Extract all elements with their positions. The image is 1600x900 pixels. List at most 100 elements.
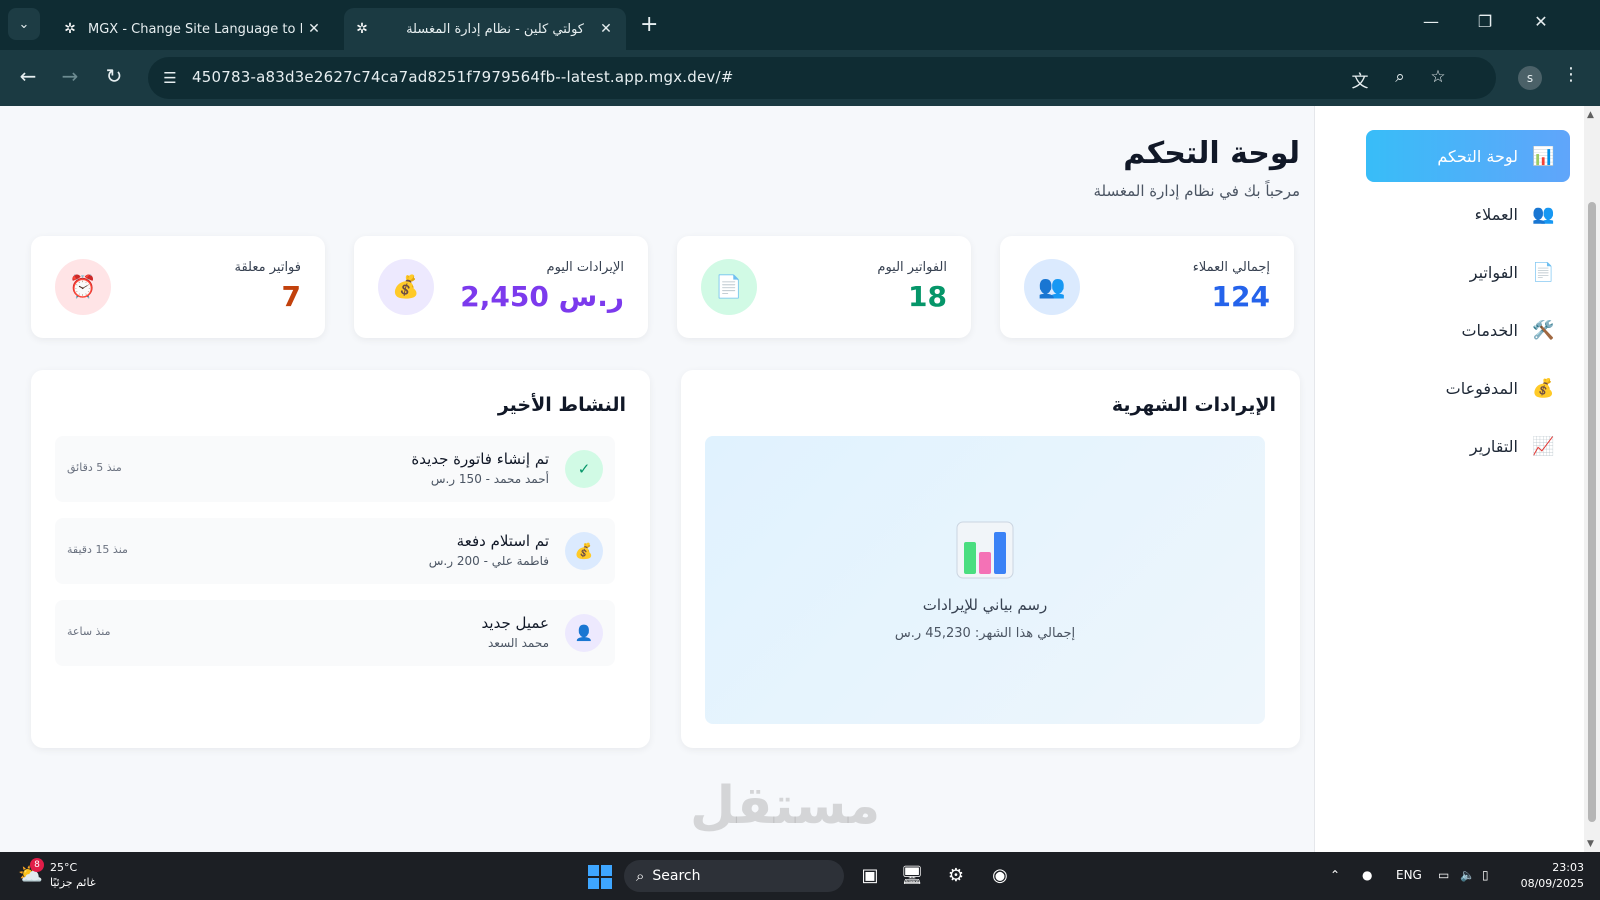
search-icon: ⌕	[636, 867, 645, 885]
remote-desktop-icon[interactable]: 🖥	[898, 862, 926, 890]
network-icon[interactable]: ▭	[1438, 868, 1449, 882]
stat-label: فواتير معلقة	[234, 260, 301, 275]
monthly-total: إجمالي هذا الشهر: 45,230 ر.س	[894, 626, 1076, 641]
activity-time: منذ 15 دقيقة	[67, 543, 128, 556]
money-bag-icon: 💰	[378, 259, 434, 315]
stat-value: 7	[281, 280, 301, 313]
browser-tab-laundry[interactable]: ✲ كولتي كلين - نظام إدارة المغسلة ✕	[344, 8, 626, 50]
dashboard-main: لوحة التحكم مرحباً بك في نظام إدارة المغ…	[0, 106, 1316, 852]
address-bar[interactable]: ☰ 450783-a83d3e2627c74ca7ad8251f7979564f…	[148, 57, 1496, 99]
weather-desc: غائم جزئيًا	[50, 876, 96, 889]
sidebar-item-services[interactable]: الخدمات 🛠️	[1366, 304, 1570, 356]
site-settings-icon[interactable]: ☰	[158, 66, 182, 90]
notification-badge: 8	[30, 858, 44, 872]
browser-menu-icon[interactable]: ⋮	[1562, 64, 1580, 85]
activity-title: تم إنشاء فاتورة جديدة	[411, 450, 549, 468]
bar-chart-icon	[956, 521, 1014, 579]
sidebar-item-customers[interactable]: العملاء 👥	[1366, 188, 1570, 240]
document-icon: 📄	[701, 259, 757, 315]
user-icon: 👤	[565, 614, 603, 652]
stat-value: 18	[908, 280, 947, 313]
sidebar-item-dashboard[interactable]: لوحة التحكم 📊	[1366, 130, 1570, 182]
scroll-thumb[interactable]	[1588, 202, 1596, 822]
bar-chart-icon: 📊	[1532, 145, 1555, 167]
watermark: مستقل	[690, 776, 881, 836]
minimize-icon[interactable]: —	[1416, 12, 1446, 31]
scroll-down-icon[interactable]: ▼	[1587, 839, 1594, 849]
profile-avatar[interactable]: s	[1518, 66, 1542, 90]
volume-icon[interactable]: 🔈	[1460, 868, 1475, 882]
browser-toolbar: ← → ↻ ☰ 450783-a83d3e2627c74ca7ad8251f79…	[0, 50, 1600, 106]
sidebar-item-payments[interactable]: المدفوعات 💰	[1366, 362, 1570, 414]
weather-widget[interactable]: ⛅ 8 25°C غائم جزئيًا	[18, 858, 96, 890]
bookmark-star-icon[interactable]: ☆	[1426, 67, 1450, 87]
battery-icon[interactable]: ▯	[1482, 868, 1489, 882]
activity-detail: فاطمة علي - 200 ر.س	[428, 554, 549, 568]
url-text[interactable]: 450783-a83d3e2627c74ca7ad8251f7979564fb-…	[192, 68, 734, 86]
users-icon: 👥	[1532, 203, 1555, 225]
chart-label: رسم بياني للإيرادات	[922, 596, 1048, 614]
clock-time: 23:03	[1552, 861, 1584, 874]
restore-icon[interactable]: ❐	[1470, 12, 1500, 31]
stat-card-revenue-today: الإيرادات اليوم 2,450 ر.س 💰	[354, 236, 648, 338]
activity-title: عميل جديد	[481, 614, 549, 632]
page-subtitle: مرحباً بك في نظام إدارة المغسلة	[1093, 182, 1301, 200]
activity-item: 💰 تم استلام دفعة فاطمة علي - 200 ر.س منذ…	[55, 518, 615, 584]
activity-item: ✓ تم إنشاء فاتورة جديدة أحمد محمد - 150 …	[55, 436, 615, 502]
stat-value: 124	[1211, 280, 1270, 313]
tray-app-icon[interactable]: ●	[1362, 868, 1372, 882]
sidebar-item-invoices[interactable]: الفواتير 📄	[1366, 246, 1570, 298]
reload-icon[interactable]: ↻	[100, 64, 128, 88]
sidebar-item-reports[interactable]: التقارير 📈	[1366, 420, 1570, 472]
close-tab-icon[interactable]: ✕	[594, 21, 618, 37]
sidebar: لوحة التحكم 📊 العملاء 👥 الفواتير 📄 الخدم…	[1314, 106, 1584, 852]
taskbar-search[interactable]: ⌕ Search	[624, 860, 844, 892]
browser-tab-mgx[interactable]: ✲ MGX - Change Site Language to PHP ✕	[52, 8, 334, 50]
search-label: Search	[652, 868, 701, 884]
revenue-chart-placeholder: رسم بياني للإيرادات إجمالي هذا الشهر: 45…	[705, 436, 1265, 724]
sidebar-item-label: التقارير	[1469, 436, 1518, 456]
activity-detail: محمد السعد	[487, 636, 549, 650]
trend-chart-icon: 📈	[1532, 435, 1555, 457]
new-tab-button[interactable]: +	[640, 12, 658, 37]
zoom-icon[interactable]: ⌕	[1388, 67, 1412, 87]
panel-title: النشاط الأخير	[497, 394, 626, 416]
tab-title: MGX - Change Site Language to PHP	[88, 21, 302, 37]
stat-label: إجمالي العملاء	[1192, 260, 1270, 275]
windows-start-icon[interactable]	[588, 865, 612, 889]
chrome-icon[interactable]: ◉	[986, 862, 1014, 890]
panel-title: الإيرادات الشهرية	[1111, 394, 1276, 416]
check-icon: ✓	[565, 450, 603, 488]
system-clock[interactable]: 23:03 08/09/2025	[1510, 860, 1584, 892]
file-explorer-icon[interactable]: ▣	[856, 862, 884, 890]
page-scrollbar[interactable]: ▲ ▼	[1584, 106, 1600, 852]
stat-card-pending-invoices: فواتير معلقة 7 ⏰	[31, 236, 325, 338]
browser-tab-bar: ⌄ ✲ MGX - Change Site Language to PHP ✕ …	[0, 0, 1600, 50]
monthly-revenue-panel: الإيرادات الشهرية رسم بياني للإيرادات إج…	[681, 370, 1300, 748]
forward-icon[interactable]: →	[56, 64, 84, 88]
stat-card-invoices-today: الفواتير اليوم 18 📄	[677, 236, 971, 338]
mgx-favicon-icon: ✲	[356, 21, 368, 37]
weather-temp: 25°C	[50, 861, 78, 874]
mgx-favicon-icon: ✲	[64, 21, 76, 37]
sidebar-item-label: العملاء	[1474, 204, 1518, 224]
tray-expand-icon[interactable]: ⌃	[1330, 868, 1340, 882]
close-tab-icon[interactable]: ✕	[302, 21, 326, 37]
activity-time: منذ 5 دقائق	[67, 461, 122, 474]
language-indicator[interactable]: ENG	[1396, 868, 1422, 882]
stat-value: 2,450 ر.س	[460, 280, 624, 313]
scroll-up-icon[interactable]: ▲	[1587, 110, 1594, 120]
tab-search-button[interactable]: ⌄	[8, 8, 40, 40]
money-bag-icon: 💰	[565, 532, 603, 570]
close-window-icon[interactable]: ✕	[1526, 12, 1556, 31]
translate-icon[interactable]: 文	[1348, 67, 1372, 92]
stat-label: الإيرادات اليوم	[546, 260, 624, 275]
settings-gear-icon[interactable]: ⚙	[942, 862, 970, 890]
partly-cloudy-icon: ⛅ 8	[18, 858, 44, 886]
document-icon: 📄	[1532, 261, 1555, 283]
money-bag-icon: 💰	[1532, 377, 1555, 399]
activity-title: تم استلام دفعة	[456, 532, 549, 550]
back-icon[interactable]: ←	[14, 64, 42, 88]
page-title: لوحة التحكم	[1123, 136, 1300, 171]
sidebar-item-label: لوحة التحكم	[1437, 146, 1518, 166]
